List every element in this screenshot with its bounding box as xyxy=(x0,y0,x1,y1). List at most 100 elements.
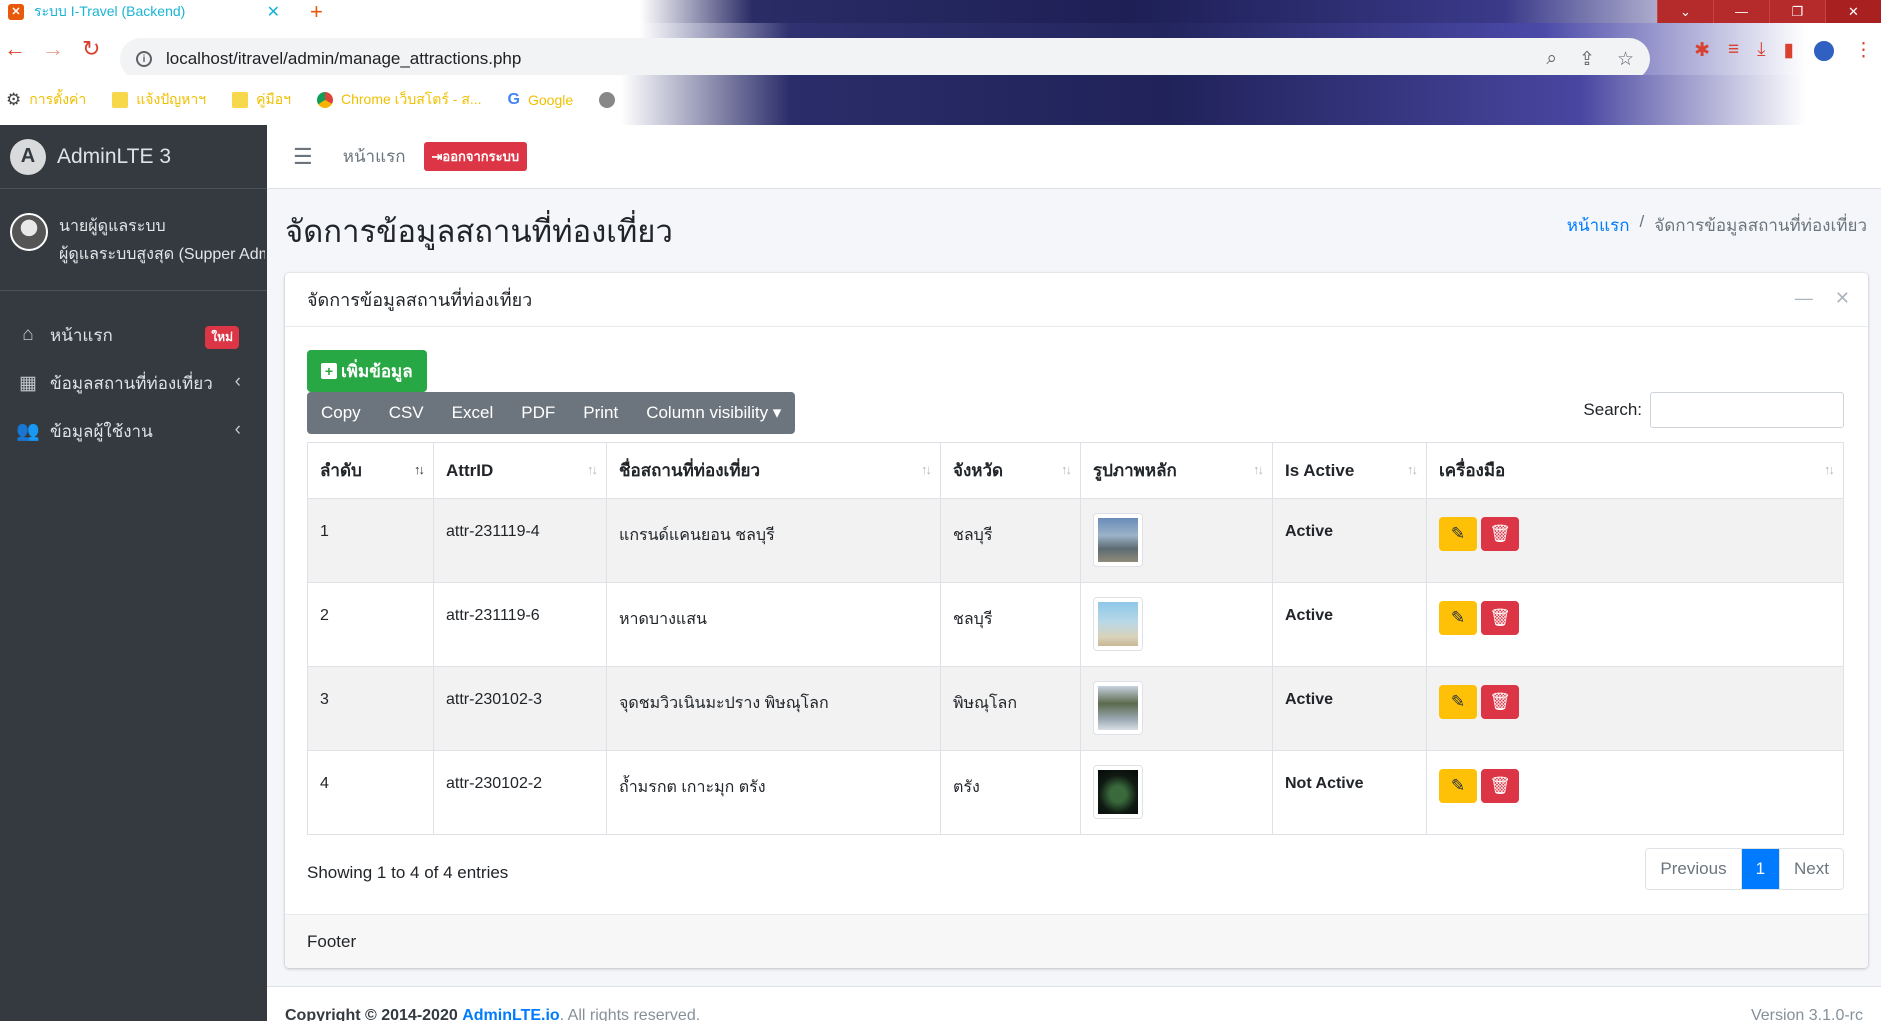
browser-tab[interactable]: ✕ ระบบ I-Travel (Backend) ✕ xyxy=(0,0,290,23)
reload-icon[interactable]: ↻ xyxy=(82,36,100,62)
sidebar-item-users[interactable]: 👥 ข้อมูลผู้ใช้งาน ‹ xyxy=(0,407,267,455)
page-1-button[interactable]: 1 xyxy=(1741,849,1781,889)
delete-button[interactable]: 🗑 xyxy=(1481,601,1519,635)
delete-button[interactable]: 🗑 xyxy=(1481,517,1519,551)
folder-icon xyxy=(232,92,249,108)
thumbnail[interactable] xyxy=(1093,513,1143,567)
site-info-icon[interactable]: i xyxy=(136,51,152,67)
csv-button[interactable]: CSV xyxy=(375,392,438,434)
column-header-province[interactable]: จังหวัด ↑↓ xyxy=(940,442,1081,499)
window-controls: ⌄ — ❐ ✕ xyxy=(1657,0,1881,23)
print-button[interactable]: Print xyxy=(569,392,632,434)
bookmark-folder-2[interactable]: คู่มือฯ xyxy=(232,89,291,111)
back-icon[interactable]: ← xyxy=(4,36,26,62)
edit-button[interactable]: ✎ xyxy=(1439,685,1477,719)
bookmark-google[interactable]: G Google xyxy=(508,91,574,109)
column-visibility-button[interactable]: Column visibility ▾ xyxy=(632,392,795,434)
column-label: เครื่องมือ xyxy=(1439,461,1506,480)
thumbnail[interactable] xyxy=(1093,597,1143,651)
grid-icon: ▦ xyxy=(19,372,37,394)
sidebar-item-attractions[interactable]: ▦ ข้อมูลสถานที่ท่องเที่ยว ‹ xyxy=(0,359,267,407)
table-row: 3 attr-230102-3 จุดชมวิวเนินมะปราง พิษณุ… xyxy=(307,666,1844,751)
avatar xyxy=(10,213,48,251)
thumbnail[interactable] xyxy=(1093,681,1143,735)
reading-list-icon[interactable]: ≡ xyxy=(1728,39,1739,63)
new-tab-icon[interactable]: + xyxy=(310,0,323,25)
side-panel-icon[interactable]: ▮ xyxy=(1784,39,1794,63)
bookmark-star-icon[interactable]: ☆ xyxy=(1617,48,1634,71)
address-bar[interactable]: i localhost/itravel/admin/manage_attract… xyxy=(120,38,1650,80)
attraction-image xyxy=(1098,686,1138,730)
extensions-icon[interactable]: ✱ xyxy=(1694,39,1710,63)
sort-icon: ↑↓ xyxy=(1407,462,1418,477)
column-header-no[interactable]: ลำดับ ↑↓ xyxy=(307,442,434,499)
cell-id: attr-230102-3 xyxy=(433,666,607,751)
column-header-attrid[interactable]: AttrID ↑↓ xyxy=(433,442,607,499)
google-icon: G xyxy=(507,91,520,108)
sidebar-menu: ⌂ หน้าแรก ใหม่ ▦ ข้อมูลสถานที่ท่องเที่ยว… xyxy=(0,291,267,455)
zoom-icon[interactable]: ⌕ xyxy=(1546,48,1557,71)
attraction-image xyxy=(1098,602,1138,646)
tab-title: ระบบ I-Travel (Backend) xyxy=(34,2,186,19)
cell-image xyxy=(1080,666,1273,751)
attractions-table: ลำดับ ↑↓ AttrID ↑↓ ชื่อสถานที่ท่องเที่ยว ↑↓… xyxy=(307,442,1844,835)
copyright-prefix: Copyright © 2014-2020 xyxy=(285,1007,458,1021)
edit-button[interactable]: ✎ xyxy=(1439,517,1477,551)
cell-province: ชลบุรี xyxy=(940,582,1081,667)
brand-link[interactable]: A AdminLTE 3 xyxy=(0,125,267,189)
close-window-icon[interactable]: ✕ xyxy=(1825,0,1881,23)
search-input[interactable] xyxy=(1650,392,1844,428)
bookmark-settings[interactable]: ⚙ การตั้งค่า xyxy=(6,89,86,111)
close-tab-icon[interactable]: ✕ xyxy=(267,2,280,22)
adminlte-logo: A xyxy=(10,138,46,175)
download-icon[interactable]: ⤓ xyxy=(1757,39,1765,63)
cell-id: attr-231119-6 xyxy=(433,582,607,667)
column-header-image[interactable]: รูปภาพหลัก ↑↓ xyxy=(1080,442,1273,499)
menu-dots-icon[interactable]: ⋮ xyxy=(1854,39,1873,63)
main-footer: Copyright © 2014-2020 AdminLTE.io. All r… xyxy=(267,986,1881,1021)
copy-button[interactable]: Copy xyxy=(307,392,375,434)
restore-icon[interactable]: ❐ xyxy=(1769,0,1825,23)
share-icon[interactable]: ⇪ xyxy=(1579,48,1595,71)
delete-button[interactable]: 🗑 xyxy=(1481,769,1519,803)
user-name[interactable]: นายผู้ดูแลระบบ xyxy=(59,213,265,241)
url-text[interactable]: localhost/itravel/admin/manage_attractio… xyxy=(166,49,521,69)
column-header-active[interactable]: Is Active ↑↓ xyxy=(1272,442,1427,499)
logout-button[interactable]: ⇥ออกจากระบบ xyxy=(423,142,528,171)
attraction-image xyxy=(1098,518,1138,562)
edit-icon: ✎ xyxy=(1450,776,1466,795)
bookmark-chrome-store[interactable]: Chrome เว็บสโตร์ - ส... xyxy=(316,89,482,111)
edit-button[interactable]: ✎ xyxy=(1439,601,1477,635)
add-data-button[interactable]: + เพิ่มข้อมูล xyxy=(307,350,427,392)
sidebar-item-home[interactable]: ⌂ หน้าแรก ใหม่ xyxy=(0,311,267,359)
trash-icon: 🗑 xyxy=(1489,608,1511,627)
bookmark-folder-1[interactable]: แจ้งปัญหาฯ xyxy=(112,89,206,111)
next-page-button[interactable]: Next xyxy=(1780,849,1843,889)
bookmark-globe[interactable] xyxy=(599,92,616,108)
table-row: 2 attr-231119-6 หาดบางแสน ชลบุรี Active … xyxy=(307,582,1844,667)
breadcrumb-home[interactable]: หน้าแรก xyxy=(1567,212,1630,239)
previous-page-button[interactable]: Previous xyxy=(1646,849,1742,889)
cell-no: 3 xyxy=(307,666,434,751)
column-header-name[interactable]: ชื่อสถานที่ท่องเที่ยว ↑↓ xyxy=(606,442,941,499)
profile-avatar[interactable] xyxy=(1812,39,1836,63)
edit-button[interactable]: ✎ xyxy=(1439,769,1477,803)
pdf-button[interactable]: PDF xyxy=(507,392,569,434)
chevron-down-icon[interactable]: ⌄ xyxy=(1657,0,1713,23)
nav-home-link[interactable]: หน้าแรก xyxy=(343,143,406,170)
forward-icon[interactable]: → xyxy=(42,36,64,62)
adminlte-link[interactable]: AdminLTE.io xyxy=(462,1007,559,1021)
column-header-tools[interactable]: เครื่องมือ ↑↓ xyxy=(1426,442,1844,499)
collapse-icon[interactable]: — xyxy=(1795,288,1813,309)
cell-active: Active xyxy=(1272,666,1427,751)
page-title: จัดการข้อมูลสถานที่ท่องเที่ยว xyxy=(285,214,673,249)
cell-no: 1 xyxy=(307,498,434,583)
minimize-icon[interactable]: — xyxy=(1713,0,1769,23)
attractions-card: จัดการข้อมูลสถานที่ท่องเที่ยว — ✕ + เพิ่… xyxy=(285,273,1868,968)
hamburger-icon[interactable]: ☰ xyxy=(293,144,313,170)
excel-button[interactable]: Excel xyxy=(438,392,508,434)
delete-button[interactable]: 🗑 xyxy=(1481,685,1519,719)
thumbnail[interactable] xyxy=(1093,765,1143,819)
close-icon[interactable]: ✕ xyxy=(1835,288,1850,309)
cell-tools: ✎ 🗑 xyxy=(1426,750,1844,835)
